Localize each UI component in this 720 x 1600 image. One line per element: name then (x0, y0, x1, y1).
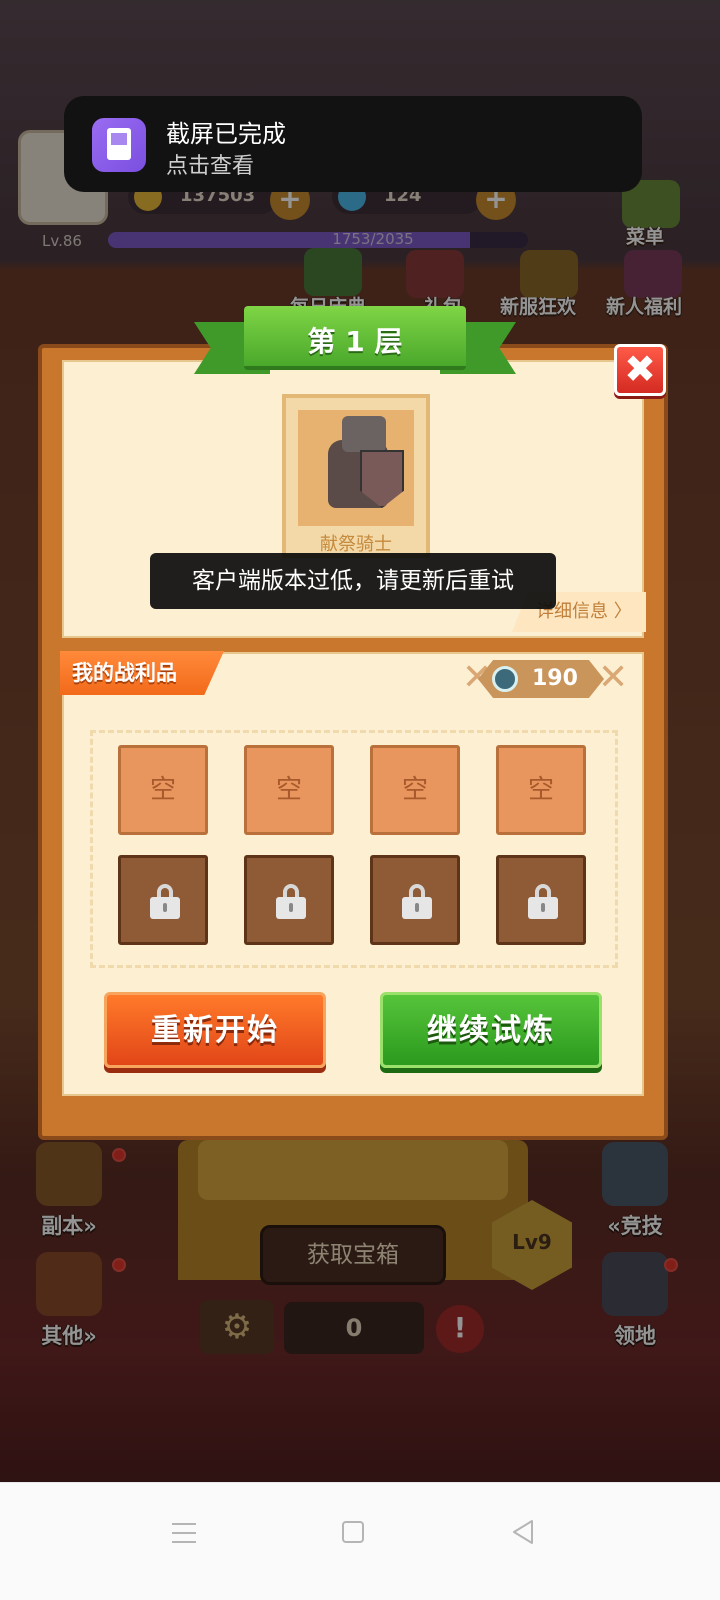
trial-coin-icon (492, 666, 518, 692)
back-icon[interactable] (508, 1517, 538, 1547)
notification-title: 截屏已完成 (166, 120, 286, 148)
loot-slot-locked[interactable] (370, 855, 460, 945)
loot-slot-empty[interactable]: 空 (244, 745, 334, 835)
recents-menu-icon[interactable] (172, 1523, 196, 1545)
notification-dot (664, 1258, 678, 1272)
player-level: Lv.86 (42, 232, 82, 250)
loot-slot-empty[interactable]: 空 (496, 745, 586, 835)
other-house-icon (36, 1252, 102, 1316)
lock-icon (402, 884, 432, 919)
crossed-swords-icon (602, 1142, 668, 1206)
arena-button[interactable]: «竞技 (580, 1140, 690, 1240)
home-icon[interactable] (342, 1521, 364, 1543)
get-chest-button[interactable]: 获取宝箱 (260, 1225, 446, 1285)
dungeon-button[interactable]: 副本» (14, 1140, 126, 1240)
christmas-tree-icon[interactable] (304, 248, 362, 296)
toast-message: 客户端版本过低，请更新后重试 (150, 553, 556, 609)
territory-button[interactable]: 领地 (580, 1250, 690, 1350)
top-button-newbie[interactable]: 新人福利 (606, 292, 682, 319)
continue-trial-button[interactable]: 继续试炼 (380, 992, 602, 1068)
territory-icon (602, 1252, 668, 1316)
dialog-title: 第 1 层 (307, 325, 403, 358)
warning-icon[interactable]: ! (436, 1305, 484, 1353)
lock-icon (528, 884, 558, 919)
screenshot-notification[interactable]: 截屏已完成 点击查看 (64, 96, 642, 192)
firework-icon[interactable] (520, 250, 578, 298)
floor-ribbon: 第 1 层 (194, 306, 516, 384)
knight-helmet-icon (342, 416, 386, 452)
navigation-bar (0, 1482, 720, 1600)
notification-dot (112, 1148, 126, 1162)
loot-slot-empty[interactable]: 空 (370, 745, 460, 835)
boss-portrait[interactable]: 献祭骑士 (282, 394, 430, 558)
close-button[interactable]: ✖ (614, 344, 666, 396)
gift-pack-icon[interactable] (406, 250, 464, 298)
loot-slot-locked[interactable] (244, 855, 334, 945)
score-display: ✕ ✕ 190 (462, 657, 629, 698)
loot-slot-locked[interactable] (496, 855, 586, 945)
dungeon-shield-icon (36, 1142, 102, 1206)
lock-icon (276, 884, 306, 919)
lock-icon (150, 884, 180, 919)
loot-slot-locked[interactable] (118, 855, 208, 945)
loot-slot-empty[interactable]: 空 (118, 745, 208, 835)
restart-button[interactable]: 重新开始 (104, 992, 326, 1068)
screenshot-icon (92, 118, 146, 172)
xp-text: 1753/2035 (332, 230, 414, 248)
score-value: 190 (532, 666, 578, 691)
other-button[interactable]: 其他» (14, 1250, 126, 1350)
gift-box-icon[interactable] (624, 250, 682, 298)
settings-gear-icon[interactable]: ⚙ (200, 1300, 274, 1354)
chest-count: 0 (284, 1302, 424, 1354)
loot-title: 我的战利品 (60, 651, 224, 695)
notification-subtitle: 点击查看 (166, 154, 255, 179)
notification-dot (112, 1258, 126, 1272)
